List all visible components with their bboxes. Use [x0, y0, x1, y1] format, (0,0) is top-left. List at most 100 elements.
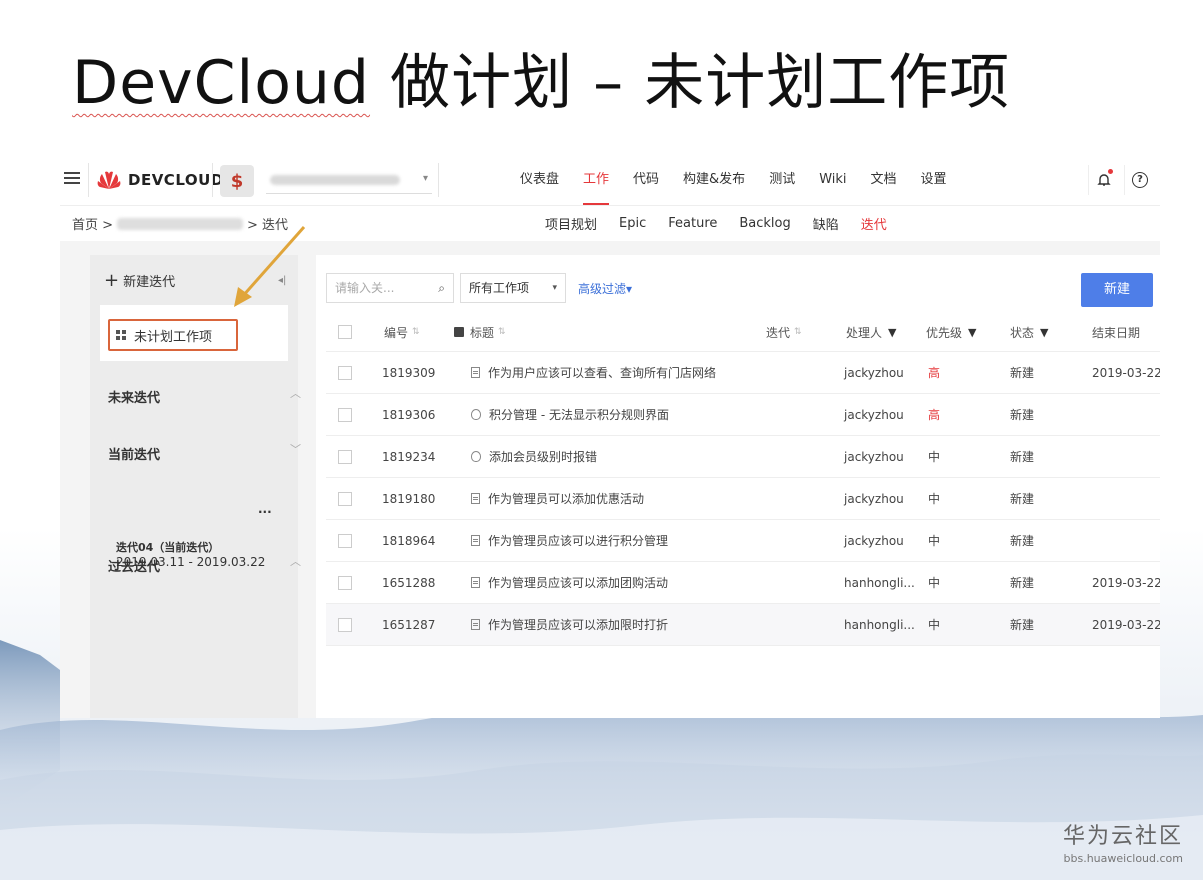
row-checkbox[interactable]: [338, 617, 352, 632]
project-icon[interactable]: $: [220, 165, 254, 197]
row-checkbox[interactable]: [338, 407, 352, 422]
row-checkbox[interactable]: [338, 365, 352, 380]
nav-wiki[interactable]: Wiki: [807, 155, 858, 205]
table-row[interactable]: 1819309 作为用户应该可以查看、查询所有门店网络 jackyzhou 高 …: [326, 352, 1160, 394]
row-title[interactable]: 作为管理员应该可以进行积分管理: [488, 532, 668, 549]
new-work-item-button[interactable]: 新建: [1081, 273, 1153, 307]
slide-title-brand: DevCloud: [72, 48, 371, 118]
header-id[interactable]: 编号 ⇅: [384, 313, 420, 351]
nav-dashboard[interactable]: 仪表盘: [508, 155, 571, 205]
row-checkbox[interactable]: [338, 533, 352, 548]
row-priority: 中: [928, 576, 941, 590]
table-row[interactable]: 1819180 作为管理员可以添加优惠活动 jackyzhou 中 新建: [326, 478, 1160, 520]
nav-test[interactable]: 测试: [757, 155, 807, 205]
row-id: 1819306: [382, 407, 436, 422]
help-icon[interactable]: ?: [1124, 165, 1155, 195]
new-iteration-button[interactable]: + 新建迭代: [104, 271, 175, 290]
header-status[interactable]: 状态 ▼: [1010, 313, 1048, 351]
row-id: 1651288: [382, 575, 436, 590]
nav-work[interactable]: 工作: [571, 155, 621, 205]
search-input[interactable]: 请输入关... ⌕: [326, 273, 454, 303]
row-title[interactable]: 作为管理员应该可以添加团购活动: [488, 574, 668, 591]
sub-bar: 首页 > > 迭代 项目规划 Epic Feature Backlog 缺陷 迭…: [60, 206, 1160, 240]
header-priority-label: 优先级: [926, 325, 963, 340]
table-row[interactable]: 1819234 添加会员级别时报错 jackyzhou 中 新建: [326, 436, 1160, 478]
nav-docs[interactable]: 文档: [859, 155, 909, 205]
current-iteration-heading[interactable]: 当前迭代: [108, 444, 160, 463]
chevron-up-icon[interactable]: ︿: [290, 385, 301, 401]
future-iterations-heading[interactable]: 未来迭代: [108, 387, 160, 406]
unplanned-items-button[interactable]: 未计划工作项: [108, 319, 238, 351]
row-title[interactable]: 添加会员级别时报错: [489, 448, 597, 465]
unplanned-items-label: 未计划工作项: [134, 329, 213, 345]
nav-settings[interactable]: 设置: [909, 155, 959, 205]
row-assignee: jackyzhou: [844, 533, 904, 548]
story-doc-icon: [471, 577, 480, 588]
iteration-dates: 2019.03.11 - 2019.03.22: [116, 555, 266, 569]
header-status-label: 状态: [1010, 325, 1035, 340]
logo-text: DEVCLOUD: [128, 171, 224, 189]
row-title[interactable]: 积分管理 - 无法显示积分规则界面: [489, 406, 669, 423]
row-priority: 高: [928, 408, 941, 422]
row-title[interactable]: 作为用户应该可以查看、查询所有门店网络: [488, 364, 716, 381]
breadcrumb-home[interactable]: 首页 >: [72, 214, 113, 233]
advanced-filter-link[interactable]: 高级过滤▾: [578, 280, 632, 297]
more-options-icon[interactable]: ···: [258, 505, 272, 519]
story-doc-icon: [471, 535, 480, 546]
row-status: 新建: [1010, 366, 1035, 380]
table-row[interactable]: 1819306 积分管理 - 无法显示积分规则界面 jackyzhou 高 新建: [326, 394, 1160, 436]
divider: [88, 163, 89, 197]
breadcrumb-project-redacted[interactable]: [117, 217, 244, 230]
row-id: 1819234: [382, 449, 436, 464]
current-iteration-item[interactable]: 迭代04（当前迭代） 2019.03.11 - 2019.03.22: [116, 542, 276, 569]
header-iteration[interactable]: 迭代 ⇅: [766, 313, 802, 351]
header-end-date[interactable]: 结束日期: [1092, 313, 1140, 351]
hamburger-menu-icon[interactable]: [64, 169, 80, 185]
header-assignee[interactable]: 处理人 ▼: [846, 313, 896, 351]
row-checkbox[interactable]: [338, 491, 352, 506]
header-title[interactable]: 标题 ⇅: [454, 313, 506, 351]
new-iteration-label: 新建迭代: [123, 275, 176, 290]
tab-backlog[interactable]: Backlog: [728, 216, 801, 231]
chevron-up-icon[interactable]: ︿: [290, 553, 301, 569]
tab-project-planning[interactable]: 项目规划: [534, 214, 608, 233]
row-assignee: jackyzhou: [844, 407, 904, 422]
tab-feature[interactable]: Feature: [657, 216, 728, 231]
row-title[interactable]: 作为管理员可以添加优惠活动: [488, 490, 644, 507]
project-select[interactable]: ▾: [266, 169, 432, 194]
row-id: 1818964: [382, 533, 436, 548]
chevron-down-icon[interactable]: ﹀: [290, 441, 301, 457]
work-item-type-select[interactable]: 所有工作项 ▾: [460, 273, 566, 303]
tab-epic[interactable]: Epic: [608, 216, 657, 231]
devcloud-logo[interactable]: DEVCLOUD: [96, 168, 224, 192]
table-row[interactable]: 1651287 作为管理员应该可以添加限时打折 hanhongli... 中 新…: [326, 604, 1160, 646]
iteration-sidebar: + 新建迭代 ◂| 未计划工作项 未来迭代 ︿ 当前迭代 ﹀ 过去迭代 ︿: [90, 255, 301, 718]
notification-bell-icon[interactable]: [1088, 165, 1119, 195]
header-priority[interactable]: 优先级 ▼: [926, 313, 976, 351]
table-row[interactable]: 1818964 作为管理员应该可以进行积分管理 jackyzhou 中 新建: [326, 520, 1160, 562]
select-all-checkbox[interactable]: [338, 325, 352, 339]
sort-icon: ⇅: [412, 327, 420, 337]
search-placeholder: 请输入关...: [335, 281, 395, 295]
row-checkbox[interactable]: [338, 449, 352, 464]
table-row[interactable]: 1651288 作为管理员应该可以添加团购活动 hanhongli... 中 新…: [326, 562, 1160, 604]
row-checkbox[interactable]: [338, 575, 352, 590]
annotation-arrow-icon: [234, 226, 306, 307]
question-mark-icon: ?: [1132, 172, 1148, 188]
filter-icon[interactable]: ▼: [1040, 326, 1048, 339]
bell-icon: [1097, 174, 1111, 186]
nav-code[interactable]: 代码: [621, 155, 671, 205]
filter-icon[interactable]: ▼: [968, 326, 976, 339]
search-icon[interactable]: ⌕: [438, 274, 445, 302]
grid-icon: [116, 330, 126, 340]
notification-dot: [1108, 169, 1113, 174]
row-title[interactable]: 作为管理员应该可以添加限时打折: [488, 616, 668, 633]
tab-iterations[interactable]: 迭代: [850, 214, 898, 233]
tab-defects[interactable]: 缺陷: [802, 214, 850, 233]
work-item-type-value: 所有工作项: [469, 281, 530, 295]
filter-icon[interactable]: ▼: [888, 326, 896, 339]
nav-build-release[interactable]: 构建&发布: [671, 155, 757, 205]
watermark: 华为云社区 bbs.huaweicloud.com: [1063, 818, 1183, 865]
row-assignee: jackyzhou: [844, 449, 904, 464]
top-bar: DEVCLOUD $ ▾ 仪表盘 工作 代码 构建&发布 测试 Wiki 文档 …: [60, 155, 1160, 206]
